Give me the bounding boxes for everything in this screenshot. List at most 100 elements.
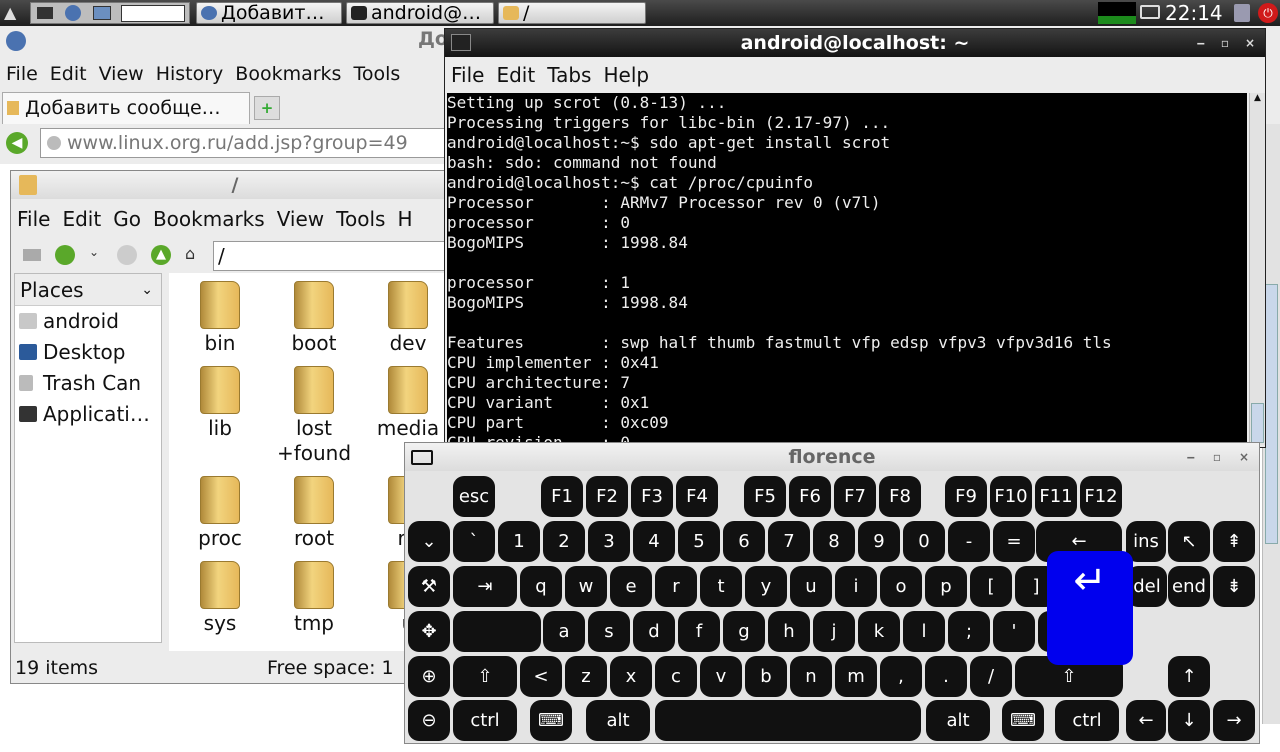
key-row4[interactable]: / bbox=[970, 656, 1012, 697]
key-row1[interactable]: ins bbox=[1126, 521, 1166, 562]
key-row1[interactable]: ↖ bbox=[1168, 521, 1210, 562]
space-key[interactable] bbox=[655, 700, 921, 741]
new-tab-icon[interactable] bbox=[23, 249, 41, 261]
place-desktop[interactable]: Desktop bbox=[15, 337, 161, 368]
fm-menu-edit[interactable]: Edit bbox=[62, 207, 101, 231]
key-row4[interactable]: c bbox=[655, 656, 697, 697]
new-tab-button[interactable]: + bbox=[254, 96, 280, 120]
key-f2[interactable]: F2 bbox=[586, 476, 628, 517]
terminal-menu-file[interactable]: File bbox=[451, 63, 484, 87]
scroll-up-icon[interactable]: ▲ bbox=[1250, 93, 1265, 103]
folder-item[interactable]: sys bbox=[175, 561, 265, 636]
folder-item[interactable]: dev bbox=[363, 281, 453, 356]
close-button[interactable]: × bbox=[1245, 29, 1255, 57]
key-f3[interactable]: F3 bbox=[631, 476, 673, 517]
key-row2[interactable]: u bbox=[790, 566, 832, 607]
key-row3[interactable]: k bbox=[858, 611, 900, 652]
key-f8[interactable]: F8 bbox=[879, 476, 921, 517]
minimize-button[interactable]: ‒ bbox=[1197, 29, 1205, 57]
place-applications[interactable]: Applicati… bbox=[15, 399, 161, 430]
task-terminal[interactable]: android@… bbox=[346, 2, 494, 24]
fm-menu-help[interactable]: H bbox=[397, 207, 412, 231]
key-row3[interactable]: j bbox=[813, 611, 855, 652]
folder-item[interactable]: proc bbox=[175, 476, 265, 551]
settings-icon[interactable]: ⚒ bbox=[408, 566, 450, 607]
launcher-bar[interactable] bbox=[30, 2, 190, 24]
key-row1[interactable]: - bbox=[948, 521, 990, 562]
key-f6[interactable]: F6 bbox=[789, 476, 831, 517]
key-row1[interactable]: ` bbox=[453, 521, 495, 562]
key-row3[interactable]: l bbox=[903, 611, 945, 652]
key-row3[interactable]: ; bbox=[948, 611, 990, 652]
key-row4[interactable]: , bbox=[880, 656, 922, 697]
key-row5[interactable]: ctrl bbox=[1055, 700, 1119, 741]
place-android[interactable]: android bbox=[15, 306, 161, 337]
key-row4[interactable]: n bbox=[790, 656, 832, 697]
back-icon[interactable]: ◀ bbox=[6, 132, 28, 154]
terminal-scrollbar[interactable]: ▲ bbox=[1249, 93, 1265, 445]
key-row2[interactable]: p bbox=[925, 566, 967, 607]
key-row2[interactable]: del bbox=[1127, 566, 1167, 607]
key-row4[interactable]: z bbox=[565, 656, 607, 697]
key-f10[interactable]: F10 bbox=[990, 476, 1032, 517]
key-row4[interactable]: x bbox=[610, 656, 652, 697]
key-f12[interactable]: F12 bbox=[1080, 476, 1122, 517]
key-row5[interactable]: ↓ bbox=[1168, 700, 1210, 741]
key-row5[interactable]: ← bbox=[1126, 700, 1166, 741]
key-f9[interactable]: F9 bbox=[945, 476, 987, 517]
folder-item[interactable]: lost +found bbox=[269, 366, 359, 466]
key-row1[interactable]: ⇞ bbox=[1213, 521, 1255, 562]
browser-menu-tools[interactable]: Tools bbox=[353, 63, 400, 85]
key-row2[interactable]: y bbox=[745, 566, 787, 607]
maximize-button[interactable]: ▫ bbox=[1221, 29, 1229, 57]
key-row2[interactable]: t bbox=[700, 566, 742, 607]
key-f7[interactable]: F7 bbox=[834, 476, 876, 517]
key-row1[interactable]: = bbox=[993, 521, 1035, 562]
home-icon[interactable]: ⌂ bbox=[185, 245, 203, 263]
key-row4[interactable]: < bbox=[520, 656, 562, 697]
fm-menu-tools[interactable]: Tools bbox=[336, 207, 385, 231]
browser-tab[interactable]: Добавить сообще… bbox=[2, 92, 250, 124]
minimize-button[interactable]: ‒ bbox=[1187, 443, 1195, 471]
workspace-icon[interactable] bbox=[121, 5, 185, 22]
forward-icon[interactable] bbox=[117, 245, 137, 265]
fm-menu-go[interactable]: Go bbox=[113, 207, 141, 231]
zoom-out-icon[interactable]: ⊖ bbox=[408, 700, 450, 741]
key-row1[interactable]: 3 bbox=[588, 521, 630, 562]
key-row3[interactable]: s bbox=[588, 611, 630, 652]
chevron-down-icon[interactable]: ⌄ bbox=[141, 274, 153, 306]
key-row2[interactable]: r bbox=[655, 566, 697, 607]
key-row3[interactable]: d bbox=[633, 611, 675, 652]
browser-menu-file[interactable]: File bbox=[6, 63, 38, 85]
folder-item[interactable]: media bbox=[363, 366, 453, 441]
keyboard-icon[interactable] bbox=[1140, 5, 1160, 19]
caps-lock-key[interactable] bbox=[453, 611, 541, 652]
key-row1[interactable]: 9 bbox=[858, 521, 900, 562]
key-row2[interactable]: i bbox=[835, 566, 877, 607]
key-row2[interactable]: e bbox=[610, 566, 652, 607]
key-row1[interactable]: 2 bbox=[543, 521, 585, 562]
globe-icon[interactable] bbox=[65, 5, 81, 21]
key-row3[interactable]: a bbox=[543, 611, 585, 652]
key-row4[interactable]: ⇧ bbox=[453, 656, 517, 697]
key-row2[interactable]: end bbox=[1168, 566, 1210, 607]
folder-item[interactable]: root bbox=[269, 476, 359, 551]
task-browser[interactable]: Добавит… bbox=[196, 2, 342, 24]
key-row4[interactable]: b bbox=[745, 656, 787, 697]
fm-menu-view[interactable]: View bbox=[277, 207, 324, 231]
move-icon[interactable]: ✥ bbox=[408, 611, 450, 652]
key-row4[interactable]: ↑ bbox=[1168, 656, 1210, 697]
browser-menu-history[interactable]: History bbox=[156, 63, 224, 85]
key-esc[interactable]: esc bbox=[453, 476, 495, 517]
key-f4[interactable]: F4 bbox=[676, 476, 718, 517]
terminal-menu-edit[interactable]: Edit bbox=[496, 63, 535, 87]
key-f11[interactable]: F11 bbox=[1035, 476, 1077, 517]
power-icon[interactable]: ⏻ bbox=[1258, 3, 1278, 23]
key-row1[interactable]: 0 bbox=[903, 521, 945, 562]
path-bar[interactable]: / bbox=[213, 241, 459, 271]
windows-icon[interactable] bbox=[93, 6, 111, 20]
maximize-button[interactable]: ▫ bbox=[1213, 443, 1221, 471]
key-row2[interactable]: w bbox=[565, 566, 607, 607]
up-icon[interactable]: ▲ bbox=[151, 245, 171, 265]
key-row5[interactable]: ctrl bbox=[453, 700, 517, 741]
